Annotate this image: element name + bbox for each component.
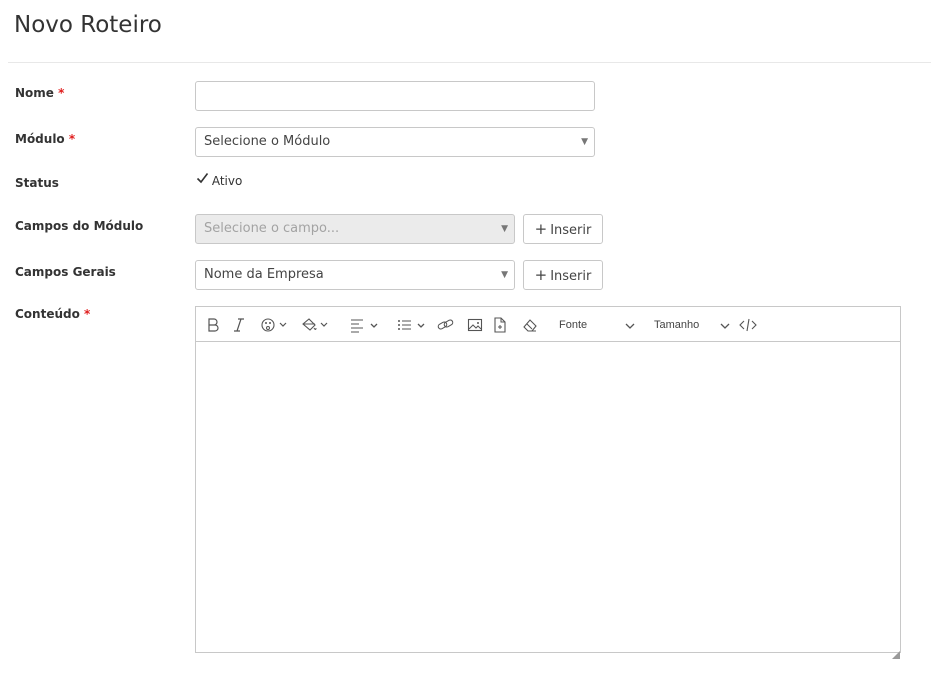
inserir-label: Inserir — [550, 269, 592, 284]
eraser-icon[interactable] — [522, 316, 538, 334]
list-icon[interactable] — [397, 316, 429, 334]
editor-toolbar: Fonte Tamanho — [196, 307, 900, 342]
modulo-select[interactable]: Selecione o Módulo ▼ — [195, 127, 595, 157]
modulo-select-value: Selecione o Módulo — [204, 134, 331, 149]
campos-gerais-inserir-button[interactable]: + Inserir — [523, 260, 603, 290]
campos-modulo-select: Selecione o campo... ▼ — [195, 214, 515, 244]
align-icon[interactable] — [350, 316, 382, 334]
campos-modulo-inserir-button[interactable]: + Inserir — [523, 214, 603, 244]
modulo-label: Módulo * — [15, 132, 75, 146]
font-family-label: Fonte — [559, 319, 588, 331]
caret-down-icon: ▼ — [501, 224, 508, 234]
campos-gerais-label: Campos Gerais — [15, 265, 116, 279]
image-icon[interactable] — [467, 316, 483, 334]
status-checkbox-group[interactable]: Ativo — [196, 173, 243, 188]
font-size-select[interactable]: Tamanho — [654, 316, 699, 334]
font-size-label: Tamanho — [654, 319, 700, 331]
resize-handle-icon[interactable] — [892, 644, 900, 659]
text-color-icon[interactable] — [260, 316, 290, 334]
nome-input[interactable] — [195, 81, 595, 111]
background-color-icon[interactable] — [300, 316, 332, 334]
nome-label-text: Nome — [15, 86, 54, 100]
required-mark: * — [84, 307, 91, 321]
italic-icon[interactable] — [233, 316, 245, 334]
nome-label: Nome * — [15, 86, 64, 100]
caret-down-icon: ▼ — [501, 270, 508, 280]
status-label: Status — [15, 176, 59, 190]
font-family-select[interactable]: Fonte — [559, 316, 587, 334]
plus-icon: + — [534, 220, 548, 238]
ativo-checkbox[interactable] — [196, 173, 209, 186]
campos-gerais-value: Nome da Empresa — [204, 267, 324, 282]
chevron-down-icon[interactable] — [719, 316, 731, 334]
file-icon[interactable] — [493, 316, 507, 334]
caret-down-icon: ▼ — [581, 137, 588, 147]
chevron-down-icon[interactable] — [624, 316, 636, 334]
required-mark: * — [58, 86, 65, 100]
ativo-label: Ativo — [211, 174, 243, 188]
editor-content-area[interactable] — [196, 343, 900, 652]
modulo-label-text: Módulo — [15, 132, 65, 146]
campos-modulo-placeholder: Selecione o campo... — [204, 221, 340, 236]
rich-text-editor: Fonte Tamanho — [195, 306, 901, 659]
code-icon[interactable] — [738, 316, 758, 334]
plus-icon: + — [534, 266, 548, 284]
conteudo-label-text: Conteúdo — [15, 307, 80, 321]
required-mark: * — [68, 132, 76, 146]
conteudo-label: Conteúdo * — [15, 307, 90, 321]
link-icon[interactable] — [437, 316, 455, 334]
page-title: Novo Roteiro — [14, 12, 162, 38]
inserir-label: Inserir — [550, 223, 592, 238]
campos-modulo-label: Campos do Módulo — [15, 219, 144, 233]
title-divider — [8, 62, 931, 63]
checkmark-icon — [196, 173, 209, 184]
bold-icon[interactable] — [206, 316, 220, 334]
campos-gerais-select[interactable]: Nome da Empresa ▼ — [195, 260, 515, 290]
